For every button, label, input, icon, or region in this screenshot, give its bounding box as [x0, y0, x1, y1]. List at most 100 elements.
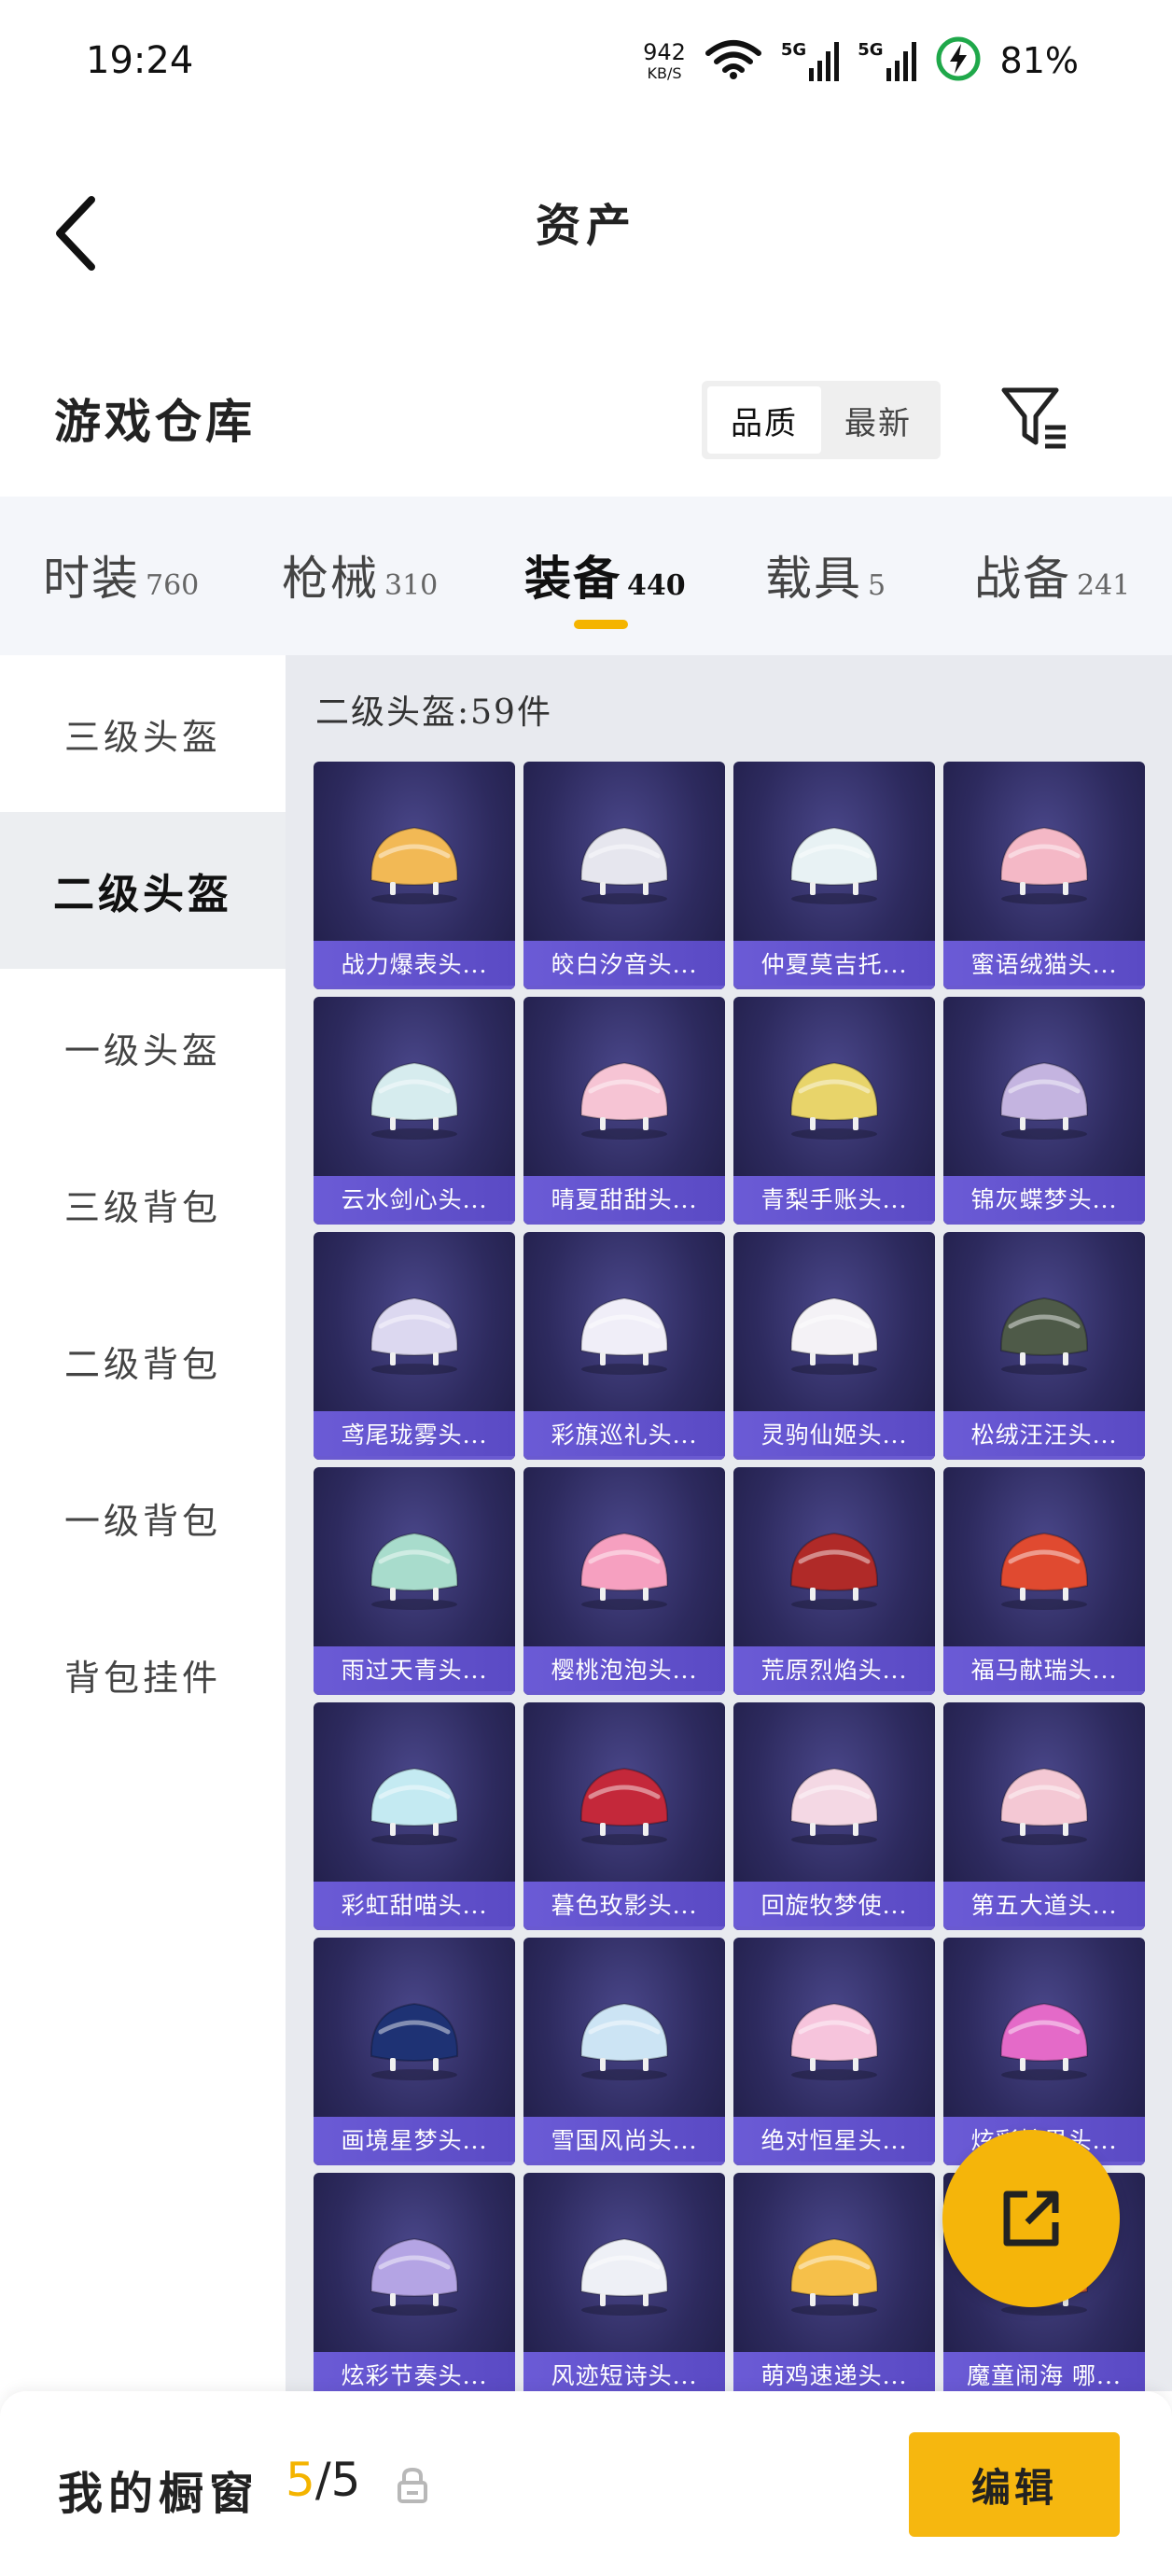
filter-button[interactable] — [997, 381, 1071, 455]
item-card[interactable]: 彩旗巡礼头... — [523, 1232, 725, 1460]
signal-sim1: 5G — [780, 40, 840, 81]
helmet-icon — [789, 1297, 879, 1376]
sidebar-item-level2-backpack[interactable]: 二级背包 — [0, 1282, 286, 1439]
item-card[interactable]: 松绒汪汪头... — [943, 1232, 1145, 1460]
item-name: 云水剑心头... — [314, 1176, 515, 1221]
sort-toggle: 品质 最新 — [702, 381, 941, 459]
helmet-icon — [999, 2003, 1089, 2081]
item-card[interactable]: 鸢尾珑雾头... — [314, 1232, 515, 1460]
helmet-icon — [999, 827, 1089, 905]
lock-icon — [396, 2466, 429, 2503]
item-name: 青梨手账头... — [733, 1176, 935, 1221]
sort-newest-button[interactable]: 最新 — [821, 386, 935, 454]
helmet-icon — [579, 2238, 669, 2317]
item-count-label: 二级头盔:59件 — [315, 693, 552, 732]
item-name: 樱桃泡泡头... — [523, 1646, 725, 1691]
tab-weapons[interactable]: 枪械 310 — [282, 541, 438, 609]
item-card[interactable]: 第五大道头... — [943, 1702, 1145, 1930]
item-card[interactable]: 彩虹甜喵头... — [314, 1702, 515, 1930]
item-card[interactable]: 晴夏甜甜头... — [523, 997, 725, 1225]
item-card[interactable]: 炫彩节奏头... — [314, 2173, 515, 2391]
item-card[interactable]: 蜜语绒猫头... — [943, 762, 1145, 989]
item-card[interactable]: 暮色玫影头... — [523, 1702, 725, 1930]
tab-fashion[interactable]: 时装 760 — [43, 541, 199, 609]
item-name: 锦灰蝶梦头... — [943, 1176, 1145, 1221]
helmet-icon — [999, 1062, 1089, 1141]
bottom-bar: 我的橱窗 5/5 编辑 — [0, 2391, 1172, 2576]
filter-icon — [1001, 387, 1066, 449]
item-card[interactable]: 战力爆表头... — [314, 762, 515, 989]
share-external-icon — [1003, 2191, 1059, 2247]
item-card[interactable]: 萌鸡速递头... — [733, 2173, 935, 2391]
share-button[interactable] — [942, 2130, 1120, 2307]
item-card[interactable]: 皎白汐音头... — [523, 762, 725, 989]
helmet-icon — [579, 2003, 669, 2081]
sidebar-item-backpack-charm[interactable]: 背包挂件 — [0, 1596, 286, 1753]
item-name: 福马献瑞头... — [943, 1646, 1145, 1691]
item-name: 灵驹仙姬头... — [733, 1411, 935, 1456]
sort-quality-button[interactable]: 品质 — [707, 386, 821, 454]
item-card[interactable]: 绝对恒星头... — [733, 1938, 935, 2165]
item-card[interactable]: 云水剑心头... — [314, 997, 515, 1225]
item-card[interactable]: 雪国风尚头... — [523, 1938, 725, 2165]
item-card[interactable]: 雨过天青头... — [314, 1467, 515, 1695]
showcase-count-total: 5 — [330, 2453, 361, 2507]
item-card[interactable]: 风迹短诗头... — [523, 2173, 725, 2391]
helmet-icon — [999, 1768, 1089, 1846]
item-card[interactable]: 荒原烈焰头... — [733, 1467, 935, 1695]
item-name: 画境星梦头... — [314, 2117, 515, 2162]
sim2-label: 5G — [858, 40, 884, 60]
item-name: 蜜语绒猫头... — [943, 941, 1145, 986]
net-speed: 942 KB/S — [643, 41, 686, 81]
sidebar-item-level1-helmet[interactable]: 一级头盔 — [0, 969, 286, 1126]
helmet-icon — [370, 1062, 459, 1141]
item-name: 雨过天青头... — [314, 1646, 515, 1691]
helmet-icon — [370, 827, 459, 905]
item-card[interactable]: 福马献瑞头... — [943, 1467, 1145, 1695]
section-title: 游戏仓库 — [54, 394, 256, 449]
tab-vehicles[interactable]: 载具 5 — [765, 541, 886, 609]
tab-equipment[interactable]: 装备 440 — [524, 541, 686, 609]
edit-button[interactable]: 编辑 — [909, 2432, 1120, 2537]
sidebar-item-level3-backpack[interactable]: 三级背包 — [0, 1126, 286, 1282]
sim1-label: 5G — [780, 40, 807, 60]
status-indicators: 942 KB/S 5G 5G 81% — [643, 35, 1079, 86]
tab-count: 310 — [384, 569, 439, 602]
helmet-icon — [789, 1768, 879, 1846]
helmet-icon — [999, 1297, 1089, 1376]
signal-bars-icon — [886, 42, 916, 81]
helmet-icon — [789, 2003, 879, 2081]
signal-sim2: 5G — [858, 40, 916, 81]
helmet-icon — [370, 2003, 459, 2081]
net-speed-unit: KB/S — [647, 63, 682, 82]
item-card[interactable]: 灵驹仙姬头... — [733, 1232, 935, 1460]
sidebar-item-level1-backpack[interactable]: 一级背包 — [0, 1439, 286, 1596]
helmet-icon — [789, 2238, 879, 2317]
tab-label: 装备 — [524, 551, 621, 606]
status-time: 19:24 — [86, 39, 194, 82]
helmet-icon — [579, 1533, 669, 1611]
item-name: 皎白汐音头... — [523, 941, 725, 986]
battery-charging-icon — [935, 35, 982, 86]
page-title: 资产 — [535, 200, 636, 252]
item-name: 松绒汪汪头... — [943, 1411, 1145, 1456]
sidebar-item-level2-helmet[interactable]: 二级头盔 — [0, 812, 286, 969]
app-header: 资产 — [0, 131, 1172, 317]
helmet-icon — [370, 1768, 459, 1846]
item-name: 萌鸡速递头... — [733, 2352, 935, 2391]
tab-count: 241 — [1077, 569, 1131, 602]
showcase-count: 5/5 — [286, 2453, 360, 2507]
item-name: 绝对恒星头... — [733, 2117, 935, 2162]
sidebar-item-level3-helmet[interactable]: 三级头盔 — [0, 655, 286, 812]
tab-label: 时装 — [43, 552, 140, 606]
item-name: 魔童闹海 哪... — [943, 2352, 1145, 2391]
item-card[interactable]: 樱桃泡泡头... — [523, 1467, 725, 1695]
item-card[interactable]: 仲夏莫吉托... — [733, 762, 935, 989]
item-card[interactable]: 回旋牧梦使... — [733, 1702, 935, 1930]
tab-supplies[interactable]: 战备 241 — [974, 541, 1130, 609]
item-card[interactable]: 画境星梦头... — [314, 1938, 515, 2165]
item-card[interactable]: 青梨手账头... — [733, 997, 935, 1225]
item-name: 荒原烈焰头... — [733, 1646, 935, 1691]
item-name: 彩旗巡礼头... — [523, 1411, 725, 1456]
item-card[interactable]: 锦灰蝶梦头... — [943, 997, 1145, 1225]
